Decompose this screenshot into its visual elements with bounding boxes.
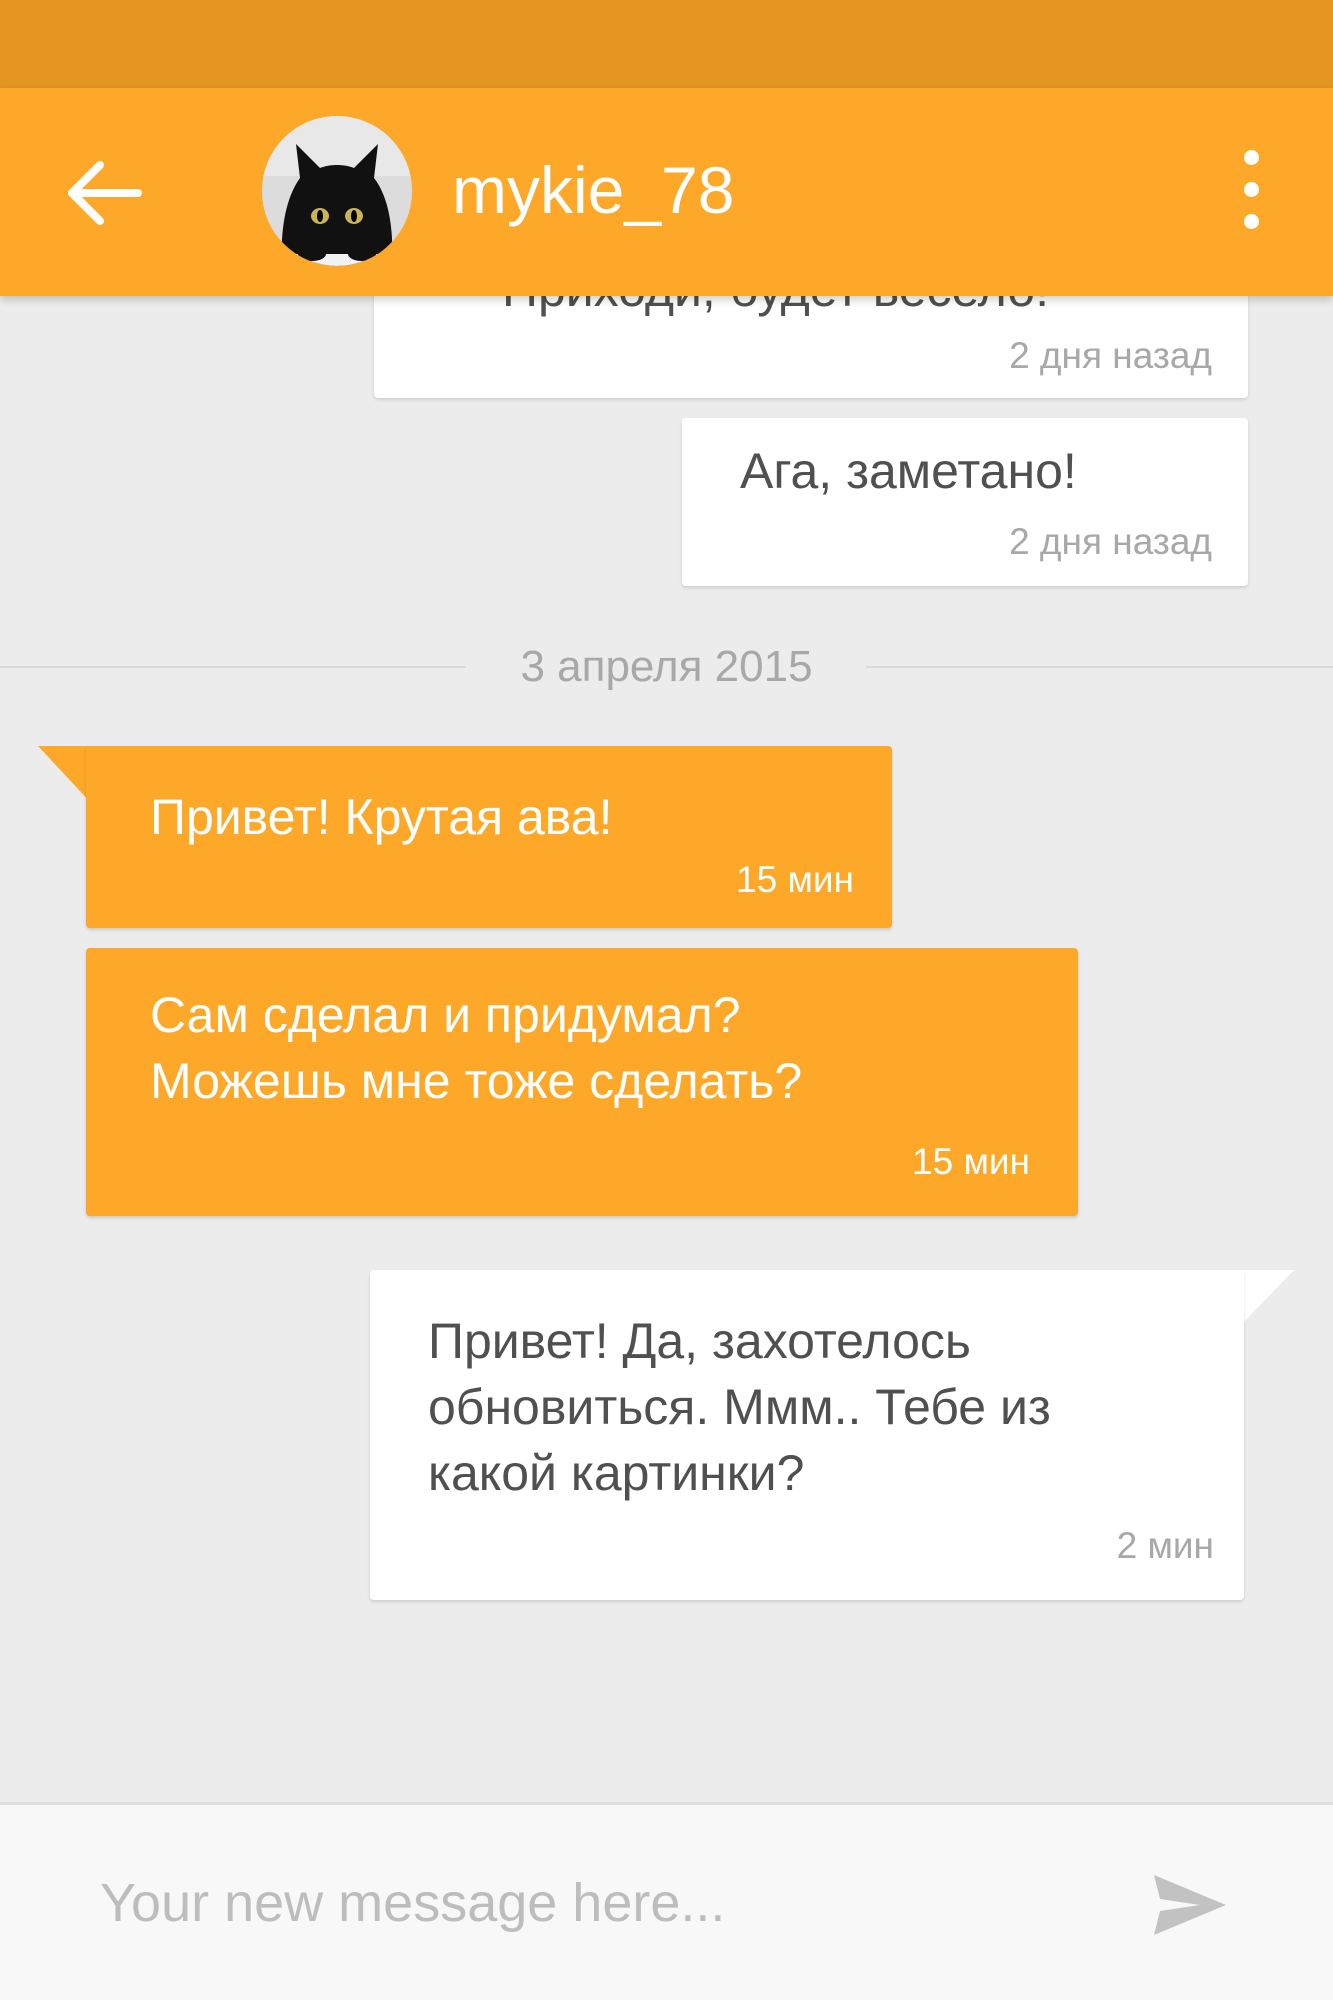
- message-bubble-incoming[interactable]: Привет! Крутая ава! 15 мин: [86, 746, 892, 928]
- message-bubble-outgoing[interactable]: Ага, заметано! 2 дня назад: [682, 418, 1248, 586]
- avatar[interactable]: [262, 116, 412, 266]
- message-bubble-outgoing[interactable]: Приходи, будет весело! 2 дня назад: [374, 296, 1248, 398]
- message-time: 15 мин: [736, 859, 854, 900]
- date-divider: 3 апреля 2015: [0, 626, 1333, 706]
- message-time: 2 дня назад: [1009, 521, 1212, 562]
- bubble-tail: [38, 746, 92, 804]
- contact-name[interactable]: mykie_78: [452, 150, 734, 230]
- cat-avatar-icon: [262, 116, 412, 266]
- message-composer: [0, 1802, 1333, 2000]
- app-bar: mykie_78: [0, 88, 1333, 296]
- message-time: 2 дня назад: [1009, 335, 1212, 376]
- message-text: Привет! Крутая ава!: [150, 789, 613, 845]
- message-input[interactable]: [100, 1853, 1100, 1953]
- send-icon: [1154, 1875, 1226, 1935]
- back-button[interactable]: [60, 148, 150, 238]
- message-text: Приходи, будет весело!: [502, 296, 1049, 322]
- message-time: 2 мин: [1116, 1525, 1214, 1566]
- message-text: Привет! Да, захотелось обновиться. Ммм..…: [428, 1313, 1051, 1501]
- more-options-button[interactable]: [1222, 140, 1282, 240]
- message-list[interactable]: Приходи, будет весело! 2 дня назад Ага, …: [0, 296, 1333, 1802]
- message-text: Сам сделал и придумал? Можешь мне тоже с…: [150, 987, 803, 1109]
- arrow-left-icon: [68, 161, 142, 225]
- message-text: Ага, заметано!: [740, 443, 1077, 499]
- send-button[interactable]: [1140, 1865, 1240, 1945]
- bubble-tail: [1240, 1270, 1294, 1326]
- message-time: 15 мин: [912, 1141, 1030, 1182]
- date-divider-label: 3 апреля 2015: [520, 642, 813, 691]
- status-bar: [0, 0, 1333, 88]
- message-bubble-outgoing[interactable]: Привет! Да, захотелось обновиться. Ммм..…: [370, 1270, 1244, 1600]
- message-bubble-incoming[interactable]: Сам сделал и придумал? Можешь мне тоже с…: [86, 948, 1078, 1216]
